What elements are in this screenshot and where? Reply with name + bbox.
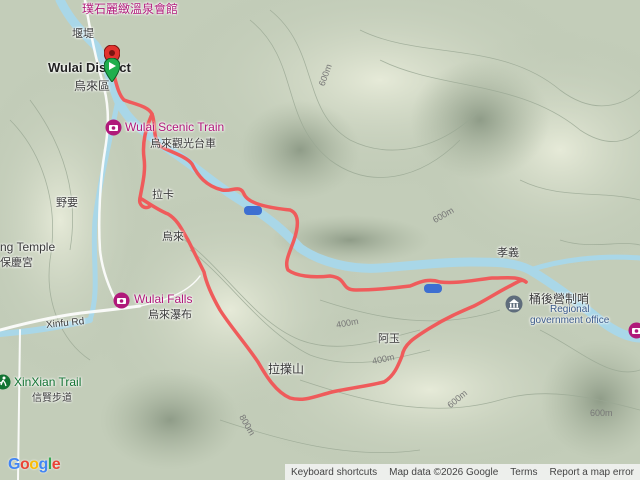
falls-label-zh: 烏來瀑布 <box>148 309 192 321</box>
train-label-zh: 烏來觀光台車 <box>150 138 216 150</box>
a-label: 阿玉 <box>378 333 400 345</box>
terms-link[interactable]: Terms <box>504 467 543 478</box>
train-label-en[interactable]: Wulai Scenic Train <box>125 120 224 134</box>
camera-poi-icon[interactable] <box>105 119 122 141</box>
report-error-link[interactable]: Report a map error <box>544 467 640 478</box>
lapushan-label: 拉擈山 <box>268 362 305 376</box>
dam-label: 堰堤 <box>72 28 94 40</box>
google-logo: Google <box>8 456 61 473</box>
keyboard-shortcuts-link[interactable]: Keyboard shortcuts <box>285 467 383 478</box>
wulai-short-label: 烏來 <box>162 231 184 243</box>
start-marker-icon[interactable] <box>103 57 121 87</box>
falls-label-en[interactable]: Wulai Falls <box>134 292 192 306</box>
xiaoyi-label: 孝義 <box>497 247 519 259</box>
yeyao-label: 野要 <box>56 197 78 209</box>
attribution-bar: Keyboard shortcuts Map data ©2026 Google… <box>284 464 640 480</box>
xinxian-label-zh: 信賢步道 <box>32 393 72 404</box>
contour-label: 600m <box>590 408 613 418</box>
temple-label-en[interactable]: ng Temple <box>0 240 55 254</box>
government-building-icon[interactable] <box>505 295 523 318</box>
map-data-text: Map data ©2026 Google <box>389 466 499 478</box>
checkpoint-label: 拉卡 <box>152 189 174 201</box>
temple-label-zh: 保慶宮 <box>0 257 33 269</box>
hotel-label[interactable]: 璞石麗緻溫泉會館 <box>82 0 178 17</box>
trail-poi-icon[interactable] <box>0 374 11 395</box>
camera-poi-icon[interactable] <box>628 322 640 344</box>
xinxian-label-en[interactable]: XinXian Trail <box>14 375 81 389</box>
regional-label-2: government office <box>530 315 610 326</box>
regional-label-1: Regional <box>550 304 590 315</box>
camera-poi-icon[interactable] <box>113 292 130 314</box>
